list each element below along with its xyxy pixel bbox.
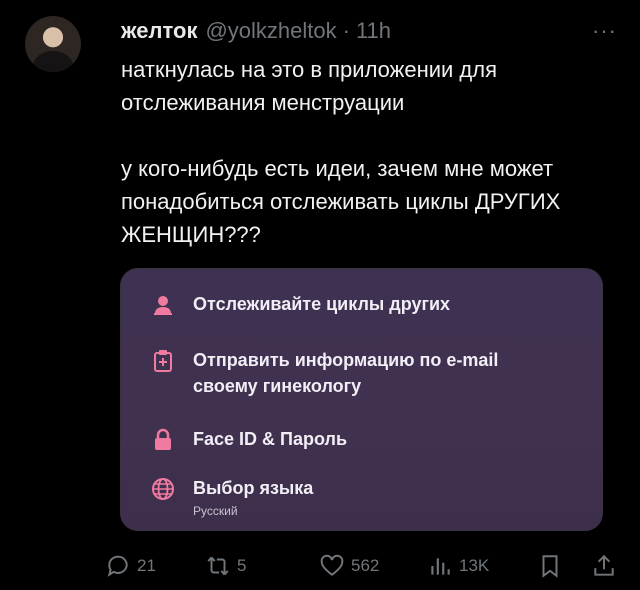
like-button[interactable]: 562 <box>319 553 379 579</box>
reply-count: 21 <box>137 556 156 575</box>
more-options-icon[interactable]: ··· <box>592 17 617 45</box>
heart-icon <box>320 554 344 576</box>
attached-image[interactable]: Отслеживайте циклы других Отправить инфо… <box>120 268 603 531</box>
author-handle[interactable]: @yolkzheltok <box>205 17 336 45</box>
tweet-text: наткнулась на это в приложении для отсле… <box>121 53 626 251</box>
tweet-line: ЖЕНЩИН??? <box>121 222 261 247</box>
card-item-title: Face ID & Пароль <box>193 429 348 449</box>
separator: · <box>342 18 350 43</box>
timestamp[interactable]: 11h <box>356 17 391 45</box>
share-icon <box>594 554 614 576</box>
card-item-faceid: Face ID & Пароль <box>151 426 347 452</box>
reply-button[interactable]: 21 <box>105 553 156 579</box>
card-item-title: Отслеживайте циклы других <box>193 294 451 314</box>
author-name[interactable]: желток <box>121 17 197 45</box>
views-button[interactable]: 13K <box>427 553 489 579</box>
views-count: 13K <box>459 556 490 575</box>
card-item-subtitle: Русский <box>193 504 238 518</box>
tweet-actions: 21 5 562 13K <box>105 553 625 583</box>
card-item-title: своему гинекологу <box>193 376 362 396</box>
card-item-email-gyno: Отправить информацию по e-mail своему ги… <box>151 347 498 399</box>
avatar[interactable] <box>25 16 81 72</box>
globe-icon <box>151 477 175 501</box>
bookmark-button[interactable] <box>537 553 563 579</box>
analytics-icon <box>431 558 450 575</box>
retweet-button[interactable]: 5 <box>205 553 246 579</box>
tweet-line: у кого-нибудь есть идеи, зачем мне может <box>121 156 554 181</box>
tweet-line: понадобиться отслеживать циклы ДРУГИХ <box>121 189 561 214</box>
retweet-icon <box>207 556 229 576</box>
person-icon <box>151 293 175 317</box>
card-item-title: Выбор языка <box>193 478 314 498</box>
card-item-track-others: Отслеживайте циклы других <box>151 291 450 317</box>
bookmark-icon <box>542 555 558 578</box>
share-button[interactable] <box>591 553 617 579</box>
reply-icon <box>107 555 128 577</box>
tweet-line: отслеживания менструации <box>121 90 405 115</box>
lock-icon <box>151 428 175 452</box>
tweet-header: желток @yolkzheltok · 11h <box>121 17 391 45</box>
card-item-title: Отправить информацию по e-mail <box>193 350 499 370</box>
like-count: 562 <box>351 556 380 575</box>
retweet-count: 5 <box>237 556 247 575</box>
clipboard-plus-icon <box>151 349 175 373</box>
card-item-language: Выбор языка Русский <box>151 475 313 519</box>
tweet-line: наткнулась на это в приложении для <box>121 57 498 82</box>
